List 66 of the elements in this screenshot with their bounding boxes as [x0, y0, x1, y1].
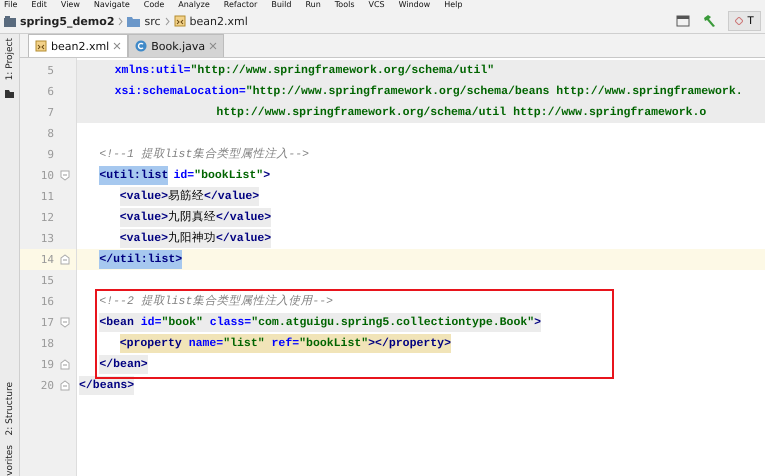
fold-marker-icon[interactable] [60, 359, 70, 370]
folder-icon [127, 16, 140, 26]
fold-marker-icon[interactable] [60, 317, 70, 328]
fold-marker-icon[interactable] [60, 170, 70, 181]
close-icon[interactable] [209, 42, 218, 50]
line-number: 8 [46, 127, 54, 140]
line-number: 7 [46, 106, 54, 119]
chevron-right-icon [164, 16, 170, 26]
menu-item[interactable]: VCS [368, 0, 385, 9]
menu-item[interactable]: Build [271, 0, 292, 9]
code-line: <util:list id="bookList"> [79, 166, 270, 185]
line-number: 15 [40, 274, 54, 287]
tool-window-tab[interactable]: vorites [4, 445, 14, 476]
menu-item[interactable]: Help [444, 0, 462, 9]
line-number: 6 [46, 85, 54, 98]
menu-item[interactable]: Code [144, 0, 164, 9]
xml-file-icon [35, 40, 47, 52]
tool-window-tab[interactable]: 2: Structure [4, 382, 14, 436]
close-icon[interactable] [113, 42, 122, 50]
menu-item[interactable]: Run [305, 0, 321, 9]
menu-item[interactable]: File [4, 0, 18, 9]
fold-marker-icon[interactable] [60, 254, 70, 265]
tool-window-tab[interactable]: 1: Project [4, 38, 14, 80]
diamond-icon [735, 17, 744, 25]
code-line: <value>九阳神功</value> [79, 229, 272, 248]
breadcrumb-item[interactable]: src [144, 14, 161, 28]
line-number: 5 [46, 64, 54, 77]
line-number: 18 [40, 337, 54, 350]
breadcrumb-item[interactable]: spring5_demo2 [20, 14, 114, 28]
line-number: 9 [46, 148, 54, 161]
line-number: 13 [40, 232, 54, 245]
code-line: xmlns:util="http://www.springframework.org/schema/util" [114, 63, 494, 79]
menu-item[interactable]: Navigate [94, 0, 130, 9]
module-icon [4, 16, 16, 26]
fold-marker-icon[interactable] [60, 380, 70, 391]
breadcrumb-item[interactable]: bean2.xml [190, 14, 248, 28]
code-line: <property name="list" ref="bookList"></property> [79, 334, 451, 353]
menu-item[interactable]: Edit [31, 0, 47, 9]
code-line: http://www.springframework.org/schema/util http://www.springframework.o [215, 105, 706, 121]
menu-item[interactable]: Refactor [224, 0, 258, 9]
toolbar-button[interactable]: T [728, 11, 761, 31]
chevron-right-icon [118, 16, 124, 26]
code-line: <!--1 提取list集合类型属性注入--> [98, 146, 310, 163]
line-number: 14 [40, 253, 54, 266]
window-icon[interactable] [676, 15, 690, 27]
hammer-icon[interactable] [702, 14, 716, 28]
menu-item[interactable]: Tools [334, 0, 354, 9]
code-line: <value>九阴真经</value> [79, 208, 272, 227]
editor-tab[interactable]: bean2.xml [28, 34, 128, 57]
line-number: 20 [40, 379, 54, 392]
folder-icon [5, 90, 14, 98]
line-number: 16 [40, 295, 54, 308]
line-number: 19 [40, 358, 54, 371]
line-number: 12 [40, 211, 54, 224]
code-line: <value>易筋经</value> [79, 187, 260, 206]
line-number: 10 [40, 169, 54, 182]
code-line: xsi:schemaLocation="http://www.springframework.org/schema/beans http://www.springframework. [114, 84, 743, 100]
code-line: <!--2 提取list集合类型属性注入使用--> [98, 293, 334, 310]
line-number: 17 [40, 316, 54, 329]
line-number: 11 [40, 190, 54, 203]
xml-file-icon [174, 15, 186, 27]
menu-item[interactable]: Window [398, 0, 430, 9]
editor-tab[interactable]: Book.java [128, 34, 224, 57]
class-icon [135, 40, 148, 52]
menu-item[interactable]: View [60, 0, 80, 9]
menu-item[interactable]: Analyze [178, 0, 210, 9]
